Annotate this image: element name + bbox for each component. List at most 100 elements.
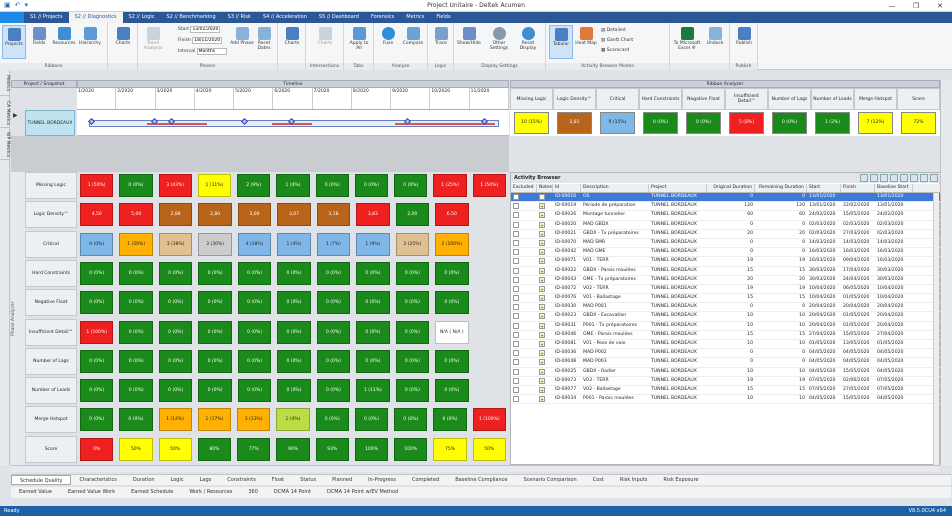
metric-cell[interactable]: 0 (0%)	[158, 349, 193, 373]
table-row[interactable]: + ID-00031 P001 - Tx préparatoires TUNNEL B…	[511, 322, 941, 331]
metric-cell[interactable]: 2 (100%)	[435, 232, 469, 256]
tab-6[interactable]: S4 // Acceleration	[257, 12, 313, 23]
projects-button[interactable]: Projects	[2, 25, 26, 59]
tab-4[interactable]: S2 // Benchmarking	[161, 12, 222, 23]
metric-cell[interactable]: 6,50	[435, 203, 469, 227]
table-row[interactable]: + ID-00023 GBDX - Excavation TUNNEL BORDEAU…	[511, 312, 941, 322]
metric-cell[interactable]: 0 (0%)	[237, 349, 272, 373]
metric-cell[interactable]: 0 (0%)	[394, 174, 428, 197]
reset-dates-button[interactable]: Reset Dates	[252, 25, 276, 59]
bottom-tab[interactable]: In-Progress	[360, 475, 404, 485]
show-hide-button[interactable]: Show/Hide	[457, 25, 481, 59]
excluded-checkbox[interactable]	[513, 377, 519, 384]
metric-cell[interactable]: 0 (0%)	[395, 379, 430, 403]
bottom-tab[interactable]: Lags	[192, 475, 220, 485]
excluded-checkbox[interactable]	[513, 396, 519, 403]
excluded-checkbox[interactable]	[513, 258, 519, 265]
column-header[interactable]: Baseline Start	[875, 184, 913, 192]
metric-row-label[interactable]: Number of Lags	[25, 347, 77, 375]
bottom-tab[interactable]: DCMA 14 Point w/EV Method	[319, 487, 406, 498]
metric-cell[interactable]: 3 (13%)	[237, 408, 271, 432]
minimize-button[interactable]: —	[880, 0, 904, 12]
close-button[interactable]: ✕	[928, 0, 952, 12]
metric-row-label[interactable]: Number of Leads	[25, 377, 77, 405]
ra-column-header[interactable]: Score	[897, 88, 940, 110]
metric-cell[interactable]: 0 (0%)	[80, 261, 114, 285]
side-tab-metrics[interactable]: Metrics	[0, 72, 10, 96]
metric-row-label[interactable]: Merge Hotspot	[25, 406, 77, 434]
column-header[interactable]: Excluded	[511, 184, 537, 192]
bottom-tab[interactable]: Risk Inputs	[612, 475, 656, 485]
table-row[interactable]: + ID-00076 V01 - Ballastage TUNNEL BORDEAUX…	[511, 294, 941, 304]
metric-cell[interactable]: 0 (0%)	[237, 261, 272, 285]
metric-cell[interactable]: 0 (0%)	[356, 320, 390, 344]
metric-cell[interactable]: 0 (0%)	[198, 349, 232, 373]
notes-icon[interactable]: +	[539, 313, 545, 320]
scorecard-option[interactable]: ▦ Scorecard	[601, 48, 629, 53]
bottom-tab[interactable]: Earned Schedule	[123, 487, 181, 498]
notes-icon[interactable]: +	[539, 377, 545, 384]
fields-button[interactable]: Fields	[27, 25, 51, 59]
notes-icon[interactable]: +	[539, 331, 545, 338]
metric-cell[interactable]: 0 (0%)	[198, 320, 232, 344]
metric-row-label[interactable]: Score	[25, 435, 77, 463]
metric-cell[interactable]: 0 (0%)	[356, 291, 390, 315]
bottom-tab[interactable]: Risk Exposure	[655, 475, 706, 485]
phase-interval-select[interactable]	[196, 48, 227, 55]
notes-icon[interactable]: +	[539, 359, 545, 366]
export-icon[interactable]	[910, 174, 918, 182]
metric-cell[interactable]: 0 (0%)	[198, 379, 232, 403]
metric-cell[interactable]: 0 (0%)	[237, 291, 272, 315]
metric-cell[interactable]: 1 (17%)	[197, 408, 232, 432]
table-row[interactable]: + ID-00021 GBDX - Tx préparatoires TUNNEL B…	[511, 230, 941, 239]
excluded-checkbox[interactable]	[513, 285, 519, 292]
hierarchy-button[interactable]: Hierarchy	[78, 25, 102, 59]
table-row[interactable]: + ID-00034 P001 - Parois moulées TUNNEL BOR…	[511, 395, 941, 405]
metric-cell[interactable]: 0 (0%)	[316, 349, 351, 373]
table-row[interactable]: + ID-00036 MAD P002 TUNNEL BORDEAUX 0 0 04/05/…	[511, 349, 941, 359]
table-row[interactable]: + ID-00026 Montage tunnelier TUNNEL BORDEAU…	[511, 211, 941, 221]
metric-cell[interactable]: 0 (0%)	[435, 291, 469, 315]
tabular-button[interactable]: Tabular	[549, 25, 573, 59]
excluded-checkbox[interactable]	[513, 212, 519, 219]
resources-button[interactable]: Resources	[52, 25, 76, 59]
ra-value-cell[interactable]: 0 (0%)	[643, 112, 678, 134]
metric-cell[interactable]: 2 (9%)	[237, 174, 271, 197]
metric-cell[interactable]: 0 (0%)	[158, 320, 193, 344]
metric-cell[interactable]: 0 (0%)	[119, 408, 153, 432]
metric-cell[interactable]: 1 (25%)	[433, 174, 467, 197]
tab-10[interactable]: Fields	[430, 12, 456, 23]
metric-cell[interactable]: 0 (0%)	[277, 379, 311, 403]
bottom-tab[interactable]: Schedule Quality	[11, 475, 72, 485]
ra-value-cell[interactable]: 0 (0%)	[686, 112, 721, 134]
metric-cell[interactable]: 0 (0%)	[316, 320, 351, 344]
metric-cell[interactable]: 1 (100%)	[80, 320, 114, 344]
metric-cell[interactable]: 1 (4%)	[276, 174, 310, 197]
notes-icon[interactable]: +	[539, 350, 545, 357]
tab-7[interactable]: S5 // Dashboard	[313, 12, 365, 23]
metric-cell[interactable]: 0 (0%)	[277, 349, 311, 373]
undock-button[interactable]: Undock	[703, 25, 727, 59]
horizontal-scrollbar[interactable]	[11, 465, 940, 472]
excluded-checkbox[interactable]	[513, 350, 519, 357]
bottom-tab[interactable]: Constraints	[219, 475, 264, 485]
trace-button[interactable]: Trace	[429, 25, 453, 59]
ra-column-header[interactable]: Insufficient Detail™	[725, 88, 768, 110]
table-row[interactable]: + ID-00071 V01 - TERR TUNNEL BORDEAUX 19 19 16…	[511, 257, 941, 267]
excluded-checkbox[interactable]	[513, 331, 519, 338]
excluded-checkbox[interactable]	[513, 359, 519, 366]
metric-cell[interactable]: 1 (11%)	[197, 174, 232, 197]
table-row[interactable]: + ID-00081 V01 - Pose de voie TUNNEL BORDEA…	[511, 340, 941, 350]
metric-cell[interactable]: 0 (0%)	[395, 320, 430, 344]
metric-cell[interactable]	[475, 262, 506, 285]
charts-button-2[interactable]: Charts	[280, 25, 304, 59]
metric-cell[interactable]: 3,18	[316, 203, 351, 227]
metric-cell[interactable]: 0 (0%)	[80, 379, 114, 403]
vertical-scrollbar[interactable]	[940, 80, 952, 465]
bottom-tab[interactable]: Earned Value	[11, 487, 60, 498]
notes-icon[interactable]: +	[539, 341, 545, 347]
metric-cell[interactable]: 0 (0%)	[119, 291, 153, 315]
refresh-icon[interactable]	[920, 174, 928, 182]
metric-cell[interactable]: 0 (0%)	[198, 261, 232, 285]
metric-cell[interactable]: 0 (0%)	[80, 349, 114, 373]
